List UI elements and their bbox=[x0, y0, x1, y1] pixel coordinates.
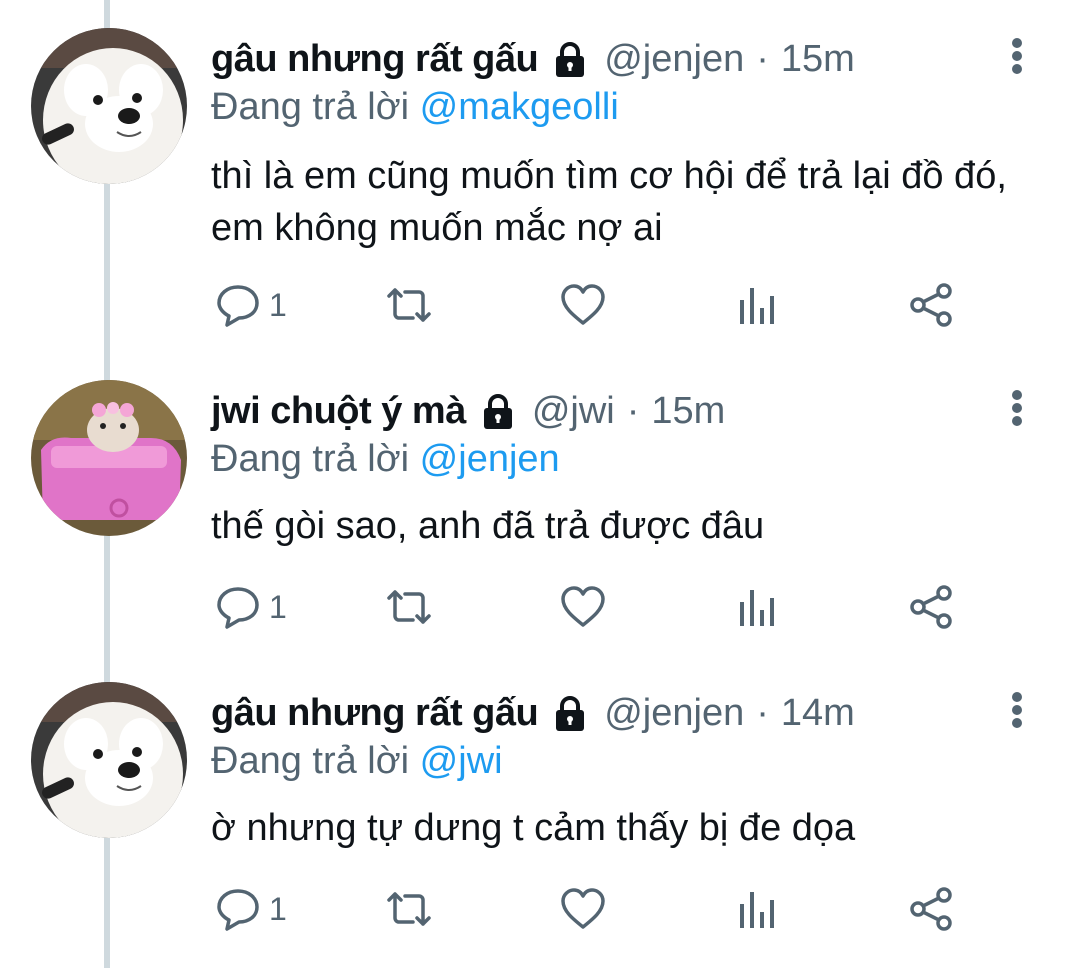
avatar[interactable] bbox=[31, 682, 187, 838]
tweet-header: jwi chuột ý mà @jwi · 15m bbox=[211, 388, 725, 434]
more-icon[interactable] bbox=[1000, 386, 1034, 446]
replying-to-label: Đang trả lời bbox=[211, 438, 410, 480]
retweet-icon bbox=[387, 892, 431, 926]
share-icon bbox=[910, 887, 952, 931]
retweet-icon bbox=[387, 590, 431, 624]
share-button[interactable] bbox=[909, 582, 955, 632]
share-icon bbox=[910, 585, 952, 629]
hamster-avatar-image bbox=[31, 380, 187, 536]
more-icon[interactable] bbox=[1000, 688, 1034, 748]
retweet-button[interactable] bbox=[383, 582, 435, 632]
reply-icon bbox=[217, 889, 259, 931]
separator-dot: · bbox=[626, 389, 640, 432]
reply-icon bbox=[217, 587, 259, 629]
like-icon bbox=[561, 586, 605, 627]
avatar[interactable] bbox=[31, 380, 187, 536]
reply-button[interactable]: 1 bbox=[215, 582, 287, 632]
action-bar: 1 bbox=[211, 884, 971, 934]
retweet-button[interactable] bbox=[383, 884, 435, 934]
timestamp[interactable]: 15m bbox=[651, 390, 725, 433]
like-icon bbox=[561, 888, 605, 929]
reply-mention-link[interactable]: @jwi bbox=[420, 740, 503, 782]
replying-to: Đang trả lời @jenjen bbox=[211, 438, 560, 481]
reply-mention-link[interactable]: @jenjen bbox=[420, 438, 560, 480]
views-icon bbox=[740, 590, 774, 626]
tweet-text: ờ nhưng tự dưng t cảm thấy bị đe dọa bbox=[211, 807, 856, 849]
user-handle[interactable]: @jenjen bbox=[604, 692, 744, 735]
reply-count: 1 bbox=[269, 588, 287, 625]
separator-dot: · bbox=[756, 691, 769, 734]
lock-icon bbox=[478, 391, 518, 431]
like-button[interactable] bbox=[559, 884, 607, 934]
dog-avatar-image bbox=[31, 682, 187, 838]
tweet[interactable]: gâu nhưng rất gấu @jenjen · 14m Đang trả… bbox=[0, 0, 1080, 931]
display-name[interactable]: jwi chuột ý mà bbox=[211, 390, 466, 433]
timestamp[interactable]: 14m bbox=[781, 692, 855, 735]
action-bar: 1 bbox=[211, 582, 971, 632]
replying-to-label: Đang trả lời bbox=[211, 740, 410, 782]
views-button[interactable] bbox=[737, 582, 777, 632]
share-button[interactable] bbox=[909, 884, 955, 934]
reply-count: 1 bbox=[269, 890, 287, 927]
views-button[interactable] bbox=[737, 884, 777, 934]
lock-icon bbox=[550, 693, 590, 733]
tweet-header: gâu nhưng rất gấu @jenjen · 14m bbox=[211, 690, 855, 736]
user-handle[interactable]: @jwi bbox=[532, 390, 615, 433]
replying-to: Đang trả lời @jwi bbox=[211, 740, 503, 783]
views-icon bbox=[740, 892, 774, 928]
like-button[interactable] bbox=[559, 582, 607, 632]
tweet-text: thế gòi sao, anh đã trả được đâu bbox=[211, 505, 765, 547]
display-name[interactable]: gâu nhưng rất gấu bbox=[211, 692, 539, 735]
reply-button[interactable]: 1 bbox=[215, 884, 287, 934]
